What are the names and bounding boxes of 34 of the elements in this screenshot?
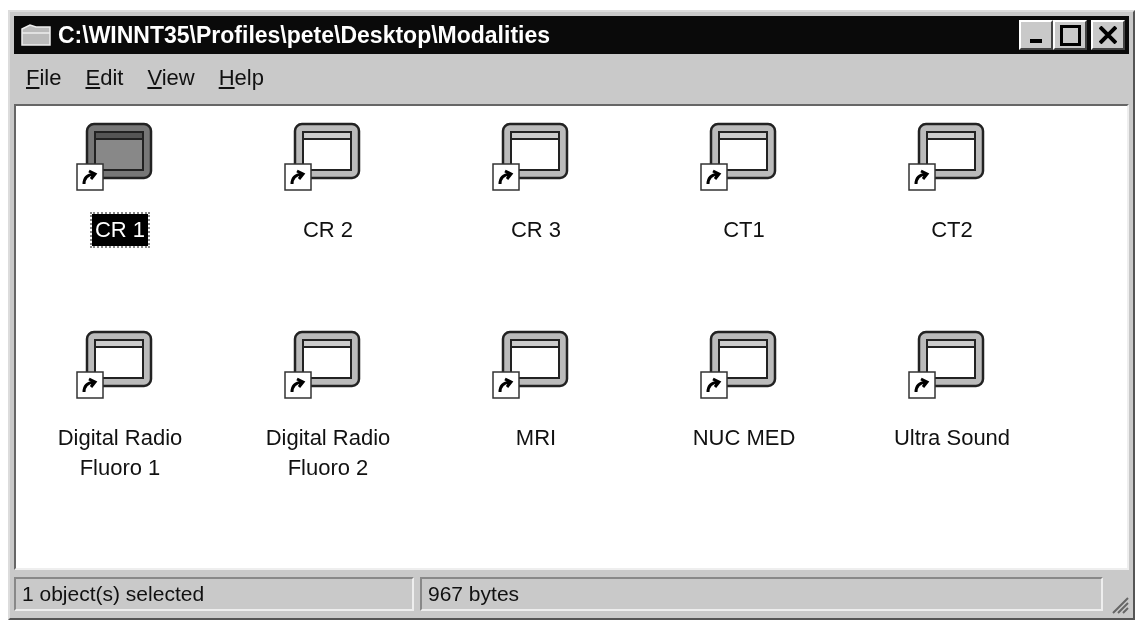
minimize-icon bbox=[1030, 39, 1042, 43]
status-pane: 1 object(s) selected bbox=[14, 577, 414, 611]
shortcut-window-icon[interactable] bbox=[699, 122, 779, 194]
icon-label[interactable]: CR 2 bbox=[299, 214, 357, 246]
menu-item[interactable]: File bbox=[24, 63, 64, 93]
status-pane: 967 bytes bbox=[420, 577, 1103, 611]
shortcut-window-icon[interactable] bbox=[283, 330, 363, 402]
shortcut-window-icon[interactable] bbox=[907, 122, 987, 194]
shortcut-window-icon[interactable] bbox=[283, 122, 363, 194]
icon-label[interactable]: Digital Radio Fluoro 2 bbox=[230, 422, 426, 484]
menu-item[interactable]: View bbox=[145, 63, 197, 93]
menu-item[interactable]: Edit bbox=[83, 63, 126, 93]
minimize-button[interactable] bbox=[1019, 20, 1053, 50]
maximize-icon bbox=[1059, 24, 1081, 46]
icon-label[interactable]: CR 3 bbox=[507, 214, 565, 246]
menu-item[interactable]: Help bbox=[216, 63, 266, 93]
icon-label[interactable]: Digital Radio Fluoro 1 bbox=[22, 422, 218, 484]
shortcut-window-icon[interactable] bbox=[699, 330, 779, 402]
icon-label[interactable]: Ultra Sound bbox=[890, 422, 1014, 454]
shortcut-window-icon[interactable] bbox=[907, 330, 987, 402]
shortcut-window-icon[interactable] bbox=[75, 330, 155, 402]
icon-label[interactable]: MRI bbox=[512, 422, 560, 454]
close-icon bbox=[1099, 26, 1117, 44]
icon-label[interactable]: CT1 bbox=[720, 214, 768, 246]
shortcut-window-icon[interactable] bbox=[75, 122, 155, 194]
maximize-button[interactable] bbox=[1053, 20, 1087, 50]
window-title: C:\WINNT35\Profiles\pete\Desktop\Modalities bbox=[58, 21, 552, 49]
shortcut-window-icon[interactable] bbox=[491, 330, 571, 402]
folder-icon bbox=[20, 23, 52, 47]
icon-label[interactable]: CT2 bbox=[928, 214, 976, 246]
close-button[interactable] bbox=[1091, 20, 1125, 50]
icon-label[interactable]: CR 1 bbox=[91, 214, 149, 246]
icon-label[interactable]: NUC MED bbox=[689, 422, 799, 454]
shortcut-window-icon[interactable] bbox=[491, 122, 571, 194]
